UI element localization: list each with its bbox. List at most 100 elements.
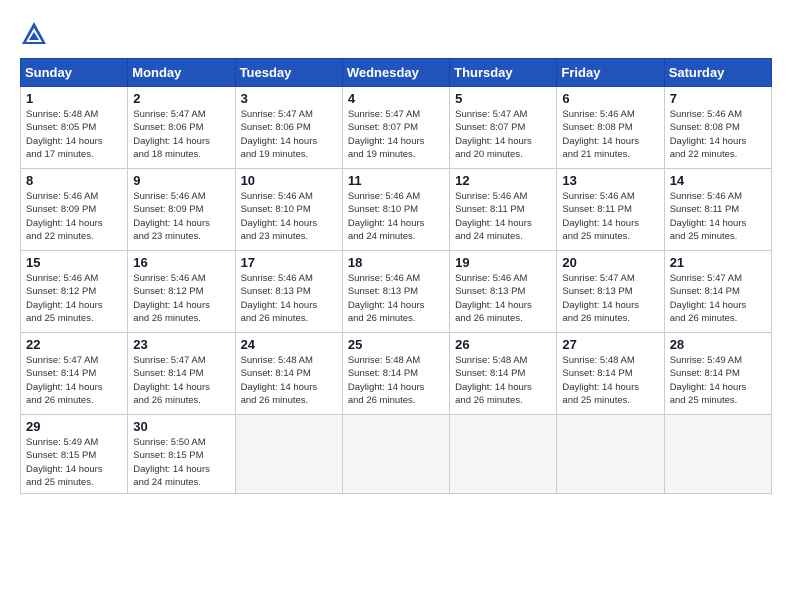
day-number: 8: [26, 173, 122, 188]
header: [20, 20, 772, 48]
calendar-cell: 28 Sunrise: 5:49 AM Sunset: 8:14 PM Dayli…: [664, 333, 771, 415]
calendar-cell: [664, 415, 771, 494]
calendar-cell: 23 Sunrise: 5:47 AM Sunset: 8:14 PM Dayli…: [128, 333, 235, 415]
calendar-cell: 25Sunrise: 5:48 AM Sunset: 8:14 PM Dayli…: [342, 333, 449, 415]
col-header-thursday: Thursday: [450, 59, 557, 87]
day-number: 3: [241, 91, 337, 106]
day-number: 4: [348, 91, 444, 106]
calendar-cell: 9 Sunrise: 5:46 AM Sunset: 8:09 PM Daylig…: [128, 169, 235, 251]
day-number: 13: [562, 173, 658, 188]
day-info: Sunrise: 5:47 AM Sunset: 8:14 PM Dayligh…: [133, 354, 229, 407]
day-info: Sunrise: 5:48 AM Sunset: 8:14 PM Dayligh…: [562, 354, 658, 407]
day-info: Sunrise: 5:47 AM Sunset: 8:06 PM Dayligh…: [133, 108, 229, 161]
calendar-cell: 11Sunrise: 5:46 AM Sunset: 8:10 PM Dayli…: [342, 169, 449, 251]
day-number: 25: [348, 337, 444, 352]
calendar-cell: 7 Sunrise: 5:46 AM Sunset: 8:08 PM Daylig…: [664, 87, 771, 169]
calendar-cell: 16 Sunrise: 5:46 AM Sunset: 8:12 PM Dayli…: [128, 251, 235, 333]
calendar-cell: 13 Sunrise: 5:46 AM Sunset: 8:11 PM Dayli…: [557, 169, 664, 251]
day-info: Sunrise: 5:46 AM Sunset: 8:10 PM Dayligh…: [241, 190, 337, 243]
day-info: Sunrise: 5:46 AM Sunset: 8:11 PM Dayligh…: [455, 190, 551, 243]
calendar-cell: 3 Sunrise: 5:47 AM Sunset: 8:06 PM Daylig…: [235, 87, 342, 169]
day-info: Sunrise: 5:47 AM Sunset: 8:07 PM Dayligh…: [348, 108, 444, 161]
day-number: 2: [133, 91, 229, 106]
calendar-cell: 22 Sunrise: 5:47 AM Sunset: 8:14 PM Dayli…: [21, 333, 128, 415]
calendar-cell: 30 Sunrise: 5:50 AM Sunset: 8:15 PM Dayli…: [128, 415, 235, 494]
logo: [20, 20, 52, 48]
calendar-cell: [557, 415, 664, 494]
day-info: Sunrise: 5:47 AM Sunset: 8:14 PM Dayligh…: [26, 354, 122, 407]
calendar-cell: 19 Sunrise: 5:46 AM Sunset: 8:13 PM Dayli…: [450, 251, 557, 333]
day-number: 11: [348, 173, 444, 188]
day-number: 22: [26, 337, 122, 352]
day-info: Sunrise: 5:46 AM Sunset: 8:13 PM Dayligh…: [348, 272, 444, 325]
calendar-cell: [450, 415, 557, 494]
calendar-row-2: 15 Sunrise: 5:46 AM Sunset: 8:12 PM Dayli…: [21, 251, 772, 333]
col-header-friday: Friday: [557, 59, 664, 87]
day-info: Sunrise: 5:46 AM Sunset: 8:12 PM Dayligh…: [26, 272, 122, 325]
day-info: Sunrise: 5:46 AM Sunset: 8:11 PM Dayligh…: [670, 190, 766, 243]
day-info: Sunrise: 5:50 AM Sunset: 8:15 PM Dayligh…: [133, 436, 229, 489]
day-number: 6: [562, 91, 658, 106]
day-info: Sunrise: 5:49 AM Sunset: 8:14 PM Dayligh…: [670, 354, 766, 407]
day-number: 20: [562, 255, 658, 270]
col-header-wednesday: Wednesday: [342, 59, 449, 87]
calendar-cell: 6 Sunrise: 5:46 AM Sunset: 8:08 PM Daylig…: [557, 87, 664, 169]
day-info: Sunrise: 5:46 AM Sunset: 8:09 PM Dayligh…: [26, 190, 122, 243]
logo-icon: [20, 20, 48, 48]
day-number: 9: [133, 173, 229, 188]
calendar-cell: 18Sunrise: 5:46 AM Sunset: 8:13 PM Dayli…: [342, 251, 449, 333]
day-number: 17: [241, 255, 337, 270]
col-header-sunday: Sunday: [21, 59, 128, 87]
day-info: Sunrise: 5:48 AM Sunset: 8:14 PM Dayligh…: [241, 354, 337, 407]
col-header-saturday: Saturday: [664, 59, 771, 87]
day-info: Sunrise: 5:47 AM Sunset: 8:13 PM Dayligh…: [562, 272, 658, 325]
day-info: Sunrise: 5:46 AM Sunset: 8:13 PM Dayligh…: [241, 272, 337, 325]
calendar-cell: 10 Sunrise: 5:46 AM Sunset: 8:10 PM Dayli…: [235, 169, 342, 251]
day-info: Sunrise: 5:46 AM Sunset: 8:12 PM Dayligh…: [133, 272, 229, 325]
col-header-tuesday: Tuesday: [235, 59, 342, 87]
calendar-row-1: 8 Sunrise: 5:46 AM Sunset: 8:09 PM Daylig…: [21, 169, 772, 251]
calendar-cell: [235, 415, 342, 494]
day-number: 1: [26, 91, 122, 106]
day-number: 28: [670, 337, 766, 352]
calendar-cell: 4 Sunrise: 5:47 AM Sunset: 8:07 PM Daylig…: [342, 87, 449, 169]
calendar-cell: 20 Sunrise: 5:47 AM Sunset: 8:13 PM Dayli…: [557, 251, 664, 333]
calendar-cell: 14 Sunrise: 5:46 AM Sunset: 8:11 PM Dayli…: [664, 169, 771, 251]
day-number: 23: [133, 337, 229, 352]
day-number: 15: [26, 255, 122, 270]
calendar-cell: 15 Sunrise: 5:46 AM Sunset: 8:12 PM Dayli…: [21, 251, 128, 333]
calendar-cell: 26Sunrise: 5:48 AM Sunset: 8:14 PM Dayli…: [450, 333, 557, 415]
calendar-cell: 24 Sunrise: 5:48 AM Sunset: 8:14 PM Dayli…: [235, 333, 342, 415]
day-number: 14: [670, 173, 766, 188]
day-number: 30: [133, 419, 229, 434]
day-info: Sunrise: 5:46 AM Sunset: 8:08 PM Dayligh…: [562, 108, 658, 161]
calendar-cell: 8 Sunrise: 5:46 AM Sunset: 8:09 PM Daylig…: [21, 169, 128, 251]
calendar-row-4: 29Sunrise: 5:49 AM Sunset: 8:15 PM Dayli…: [21, 415, 772, 494]
calendar-header-row: SundayMondayTuesdayWednesdayThursdayFrid…: [21, 59, 772, 87]
day-number: 12: [455, 173, 551, 188]
day-info: Sunrise: 5:46 AM Sunset: 8:13 PM Dayligh…: [455, 272, 551, 325]
day-info: Sunrise: 5:46 AM Sunset: 8:11 PM Dayligh…: [562, 190, 658, 243]
day-number: 19: [455, 255, 551, 270]
day-number: 5: [455, 91, 551, 106]
day-number: 24: [241, 337, 337, 352]
calendar-row-3: 22 Sunrise: 5:47 AM Sunset: 8:14 PM Dayli…: [21, 333, 772, 415]
calendar-cell: 29Sunrise: 5:49 AM Sunset: 8:15 PM Dayli…: [21, 415, 128, 494]
calendar-cell: 12 Sunrise: 5:46 AM Sunset: 8:11 PM Dayli…: [450, 169, 557, 251]
day-number: 16: [133, 255, 229, 270]
day-info: Sunrise: 5:46 AM Sunset: 8:09 PM Dayligh…: [133, 190, 229, 243]
day-info: Sunrise: 5:47 AM Sunset: 8:06 PM Dayligh…: [241, 108, 337, 161]
day-info: Sunrise: 5:47 AM Sunset: 8:14 PM Dayligh…: [670, 272, 766, 325]
calendar: SundayMondayTuesdayWednesdayThursdayFrid…: [20, 58, 772, 494]
calendar-cell: [342, 415, 449, 494]
day-number: 27: [562, 337, 658, 352]
day-info: Sunrise: 5:48 AM Sunset: 8:05 PM Dayligh…: [26, 108, 122, 161]
day-number: 10: [241, 173, 337, 188]
day-number: 21: [670, 255, 766, 270]
day-number: 29: [26, 419, 122, 434]
day-info: Sunrise: 5:47 AM Sunset: 8:07 PM Dayligh…: [455, 108, 551, 161]
calendar-cell: 1 Sunrise: 5:48 AM Sunset: 8:05 PM Daylig…: [21, 87, 128, 169]
day-number: 7: [670, 91, 766, 106]
calendar-cell: 21 Sunrise: 5:47 AM Sunset: 8:14 PM Dayli…: [664, 251, 771, 333]
day-info: Sunrise: 5:46 AM Sunset: 8:08 PM Dayligh…: [670, 108, 766, 161]
